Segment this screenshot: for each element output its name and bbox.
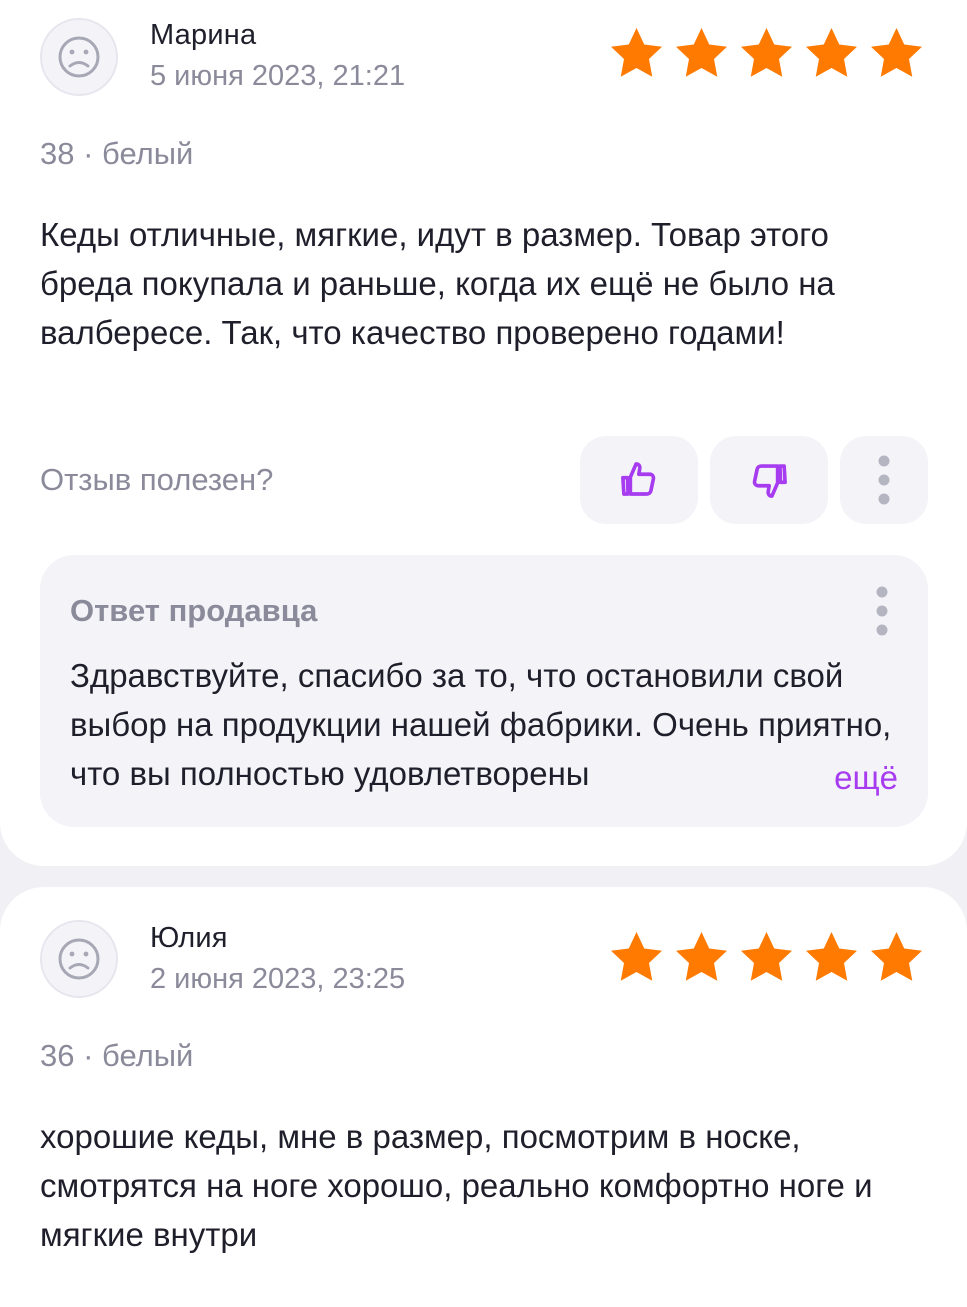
dislike-button[interactable]: [710, 436, 828, 524]
review-more-button[interactable]: [840, 436, 928, 524]
sad-face-avatar-icon: [40, 18, 118, 96]
thumbs-up-icon: [621, 462, 656, 496]
like-button[interactable]: [580, 436, 698, 524]
rating-stars: [606, 928, 928, 988]
star-icon: [611, 932, 662, 981]
review-author: Марина: [150, 19, 257, 51]
review-date: 5 июня 2023, 21:21: [150, 60, 406, 92]
star-icon: [806, 28, 857, 77]
rating-stars: [606, 24, 928, 84]
review-card: Марина 5 июня 2023, 21:21 38 · белый Кед…: [0, 0, 967, 866]
star-icon: [806, 932, 857, 981]
seller-reply-expand-link[interactable]: ещё: [830, 753, 898, 802]
star-icon: [871, 932, 922, 981]
star-icon: [741, 932, 792, 981]
seller-reply: Ответ продавца Здравствуйте, спасибо за …: [40, 555, 928, 827]
star-icon: [871, 28, 922, 77]
review-variant: 38 · белый: [40, 136, 194, 171]
sad-face-avatar-icon: [40, 920, 118, 998]
seller-reply-title: Ответ продавца: [70, 593, 318, 628]
thumbs-down-icon: [752, 464, 787, 498]
seller-reply-more-button[interactable]: [862, 581, 902, 641]
helpful-label: Отзыв полезен?: [40, 462, 274, 497]
star-icon: [741, 28, 792, 77]
vertical-dots-icon: [878, 455, 890, 505]
review-author: Юлия: [150, 922, 228, 954]
text-fade: [738, 749, 828, 798]
review-text: Кеды отличные, мягкие, идут в размер. То…: [40, 216, 835, 351]
review-variant: 36 · белый: [40, 1038, 194, 1073]
vertical-dots-icon: [876, 586, 888, 636]
star-icon: [611, 28, 662, 77]
review-text: хорошие кеды, мне в размер, посмотрим в …: [40, 1118, 873, 1253]
review-date: 2 июня 2023, 23:25: [150, 963, 406, 995]
review-card: Юлия 2 июня 2023, 23:25 36 · белый хорош…: [0, 887, 967, 1307]
star-icon: [676, 28, 727, 77]
star-icon: [676, 932, 727, 981]
